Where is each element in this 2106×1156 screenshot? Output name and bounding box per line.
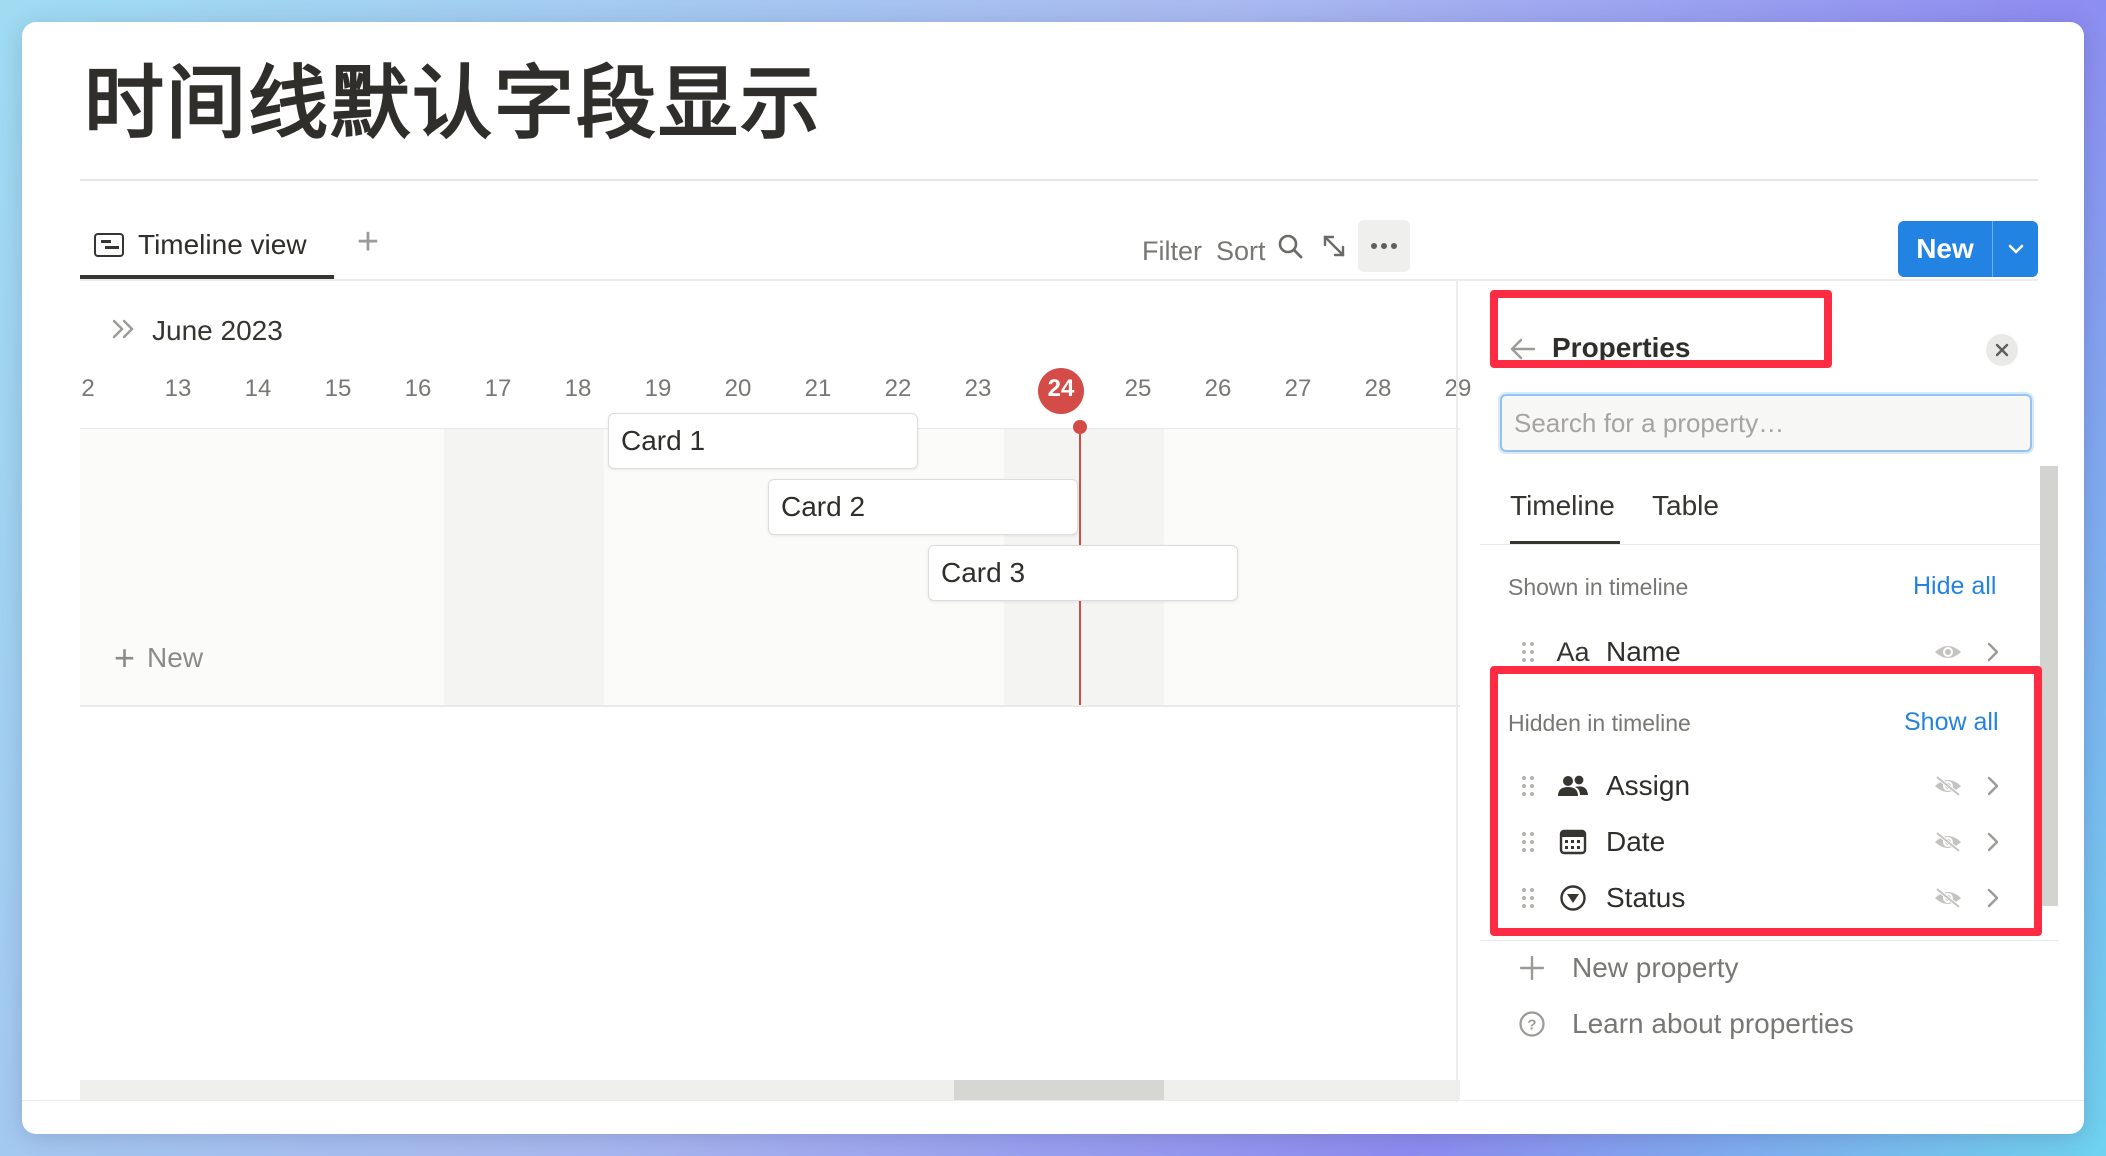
timeline-card[interactable]: Card 3	[928, 545, 1238, 601]
drag-handle-icon[interactable]	[1518, 641, 1538, 663]
new-property-label: New property	[1572, 952, 1739, 983]
chevron-down-icon[interactable]	[1993, 221, 2038, 277]
title-divider	[80, 179, 2038, 181]
hide-all-button[interactable]: Hide all	[1913, 572, 1996, 601]
help-icon: ?	[1516, 1010, 1548, 1038]
today-marker	[1073, 420, 1087, 434]
day-label: 26	[1204, 375, 1232, 402]
panel-tabs-divider	[1480, 544, 2040, 545]
timeline-card[interactable]: Card 1	[608, 413, 918, 469]
day-label: 16	[404, 375, 432, 402]
timeline-bottom-divider	[80, 705, 1460, 707]
timeline-view-icon	[94, 233, 124, 257]
day-label: 29	[1418, 366, 1498, 412]
day-label: 22	[884, 375, 912, 402]
horizontal-scrollbar[interactable]	[80, 1080, 1460, 1100]
day-label: 25	[1124, 375, 1152, 402]
sort-button[interactable]: Sort	[1216, 236, 1266, 267]
close-icon[interactable]	[1986, 334, 2018, 366]
notion-window: 时间线默认字段显示 Timeline view + Filter Sort Ne…	[22, 22, 2084, 1134]
property-name: Name	[1606, 636, 1681, 667]
timeline-new-label: New	[147, 642, 204, 673]
timeline-card[interactable]: Card 2	[768, 479, 1078, 535]
page-title: 时间线默认字段显示	[84, 57, 822, 150]
learn-properties-label: Learn about properties	[1572, 1008, 1854, 1039]
plus-icon: +	[114, 637, 136, 678]
weekend-column	[444, 429, 604, 705]
panel-tab-timeline[interactable]: Timeline	[1510, 490, 1615, 522]
day-scale: 2 13 14 15 16 17 18 19 20 21 22 23 24 25…	[80, 366, 1471, 412]
day-label: 2	[81, 375, 95, 402]
learn-properties-link[interactable]: ? Learn about properties	[1516, 1008, 1854, 1040]
annotation-box-properties	[1490, 290, 1832, 368]
shown-section-label: Shown in timeline	[1508, 574, 1689, 600]
day-label: 19	[644, 375, 672, 402]
day-label: 13	[164, 375, 192, 402]
text-type-icon: Aa	[1556, 636, 1590, 667]
month-label: June 2023	[152, 315, 283, 346]
day-label: 15	[324, 375, 352, 402]
bottom-divider	[22, 1100, 2084, 1101]
panel-tab-table[interactable]: Table	[1652, 490, 1719, 522]
day-label: 28	[1364, 375, 1392, 402]
day-label: 27	[1284, 375, 1312, 402]
chevron-right-icon[interactable]	[1978, 642, 2008, 662]
day-label: 14	[244, 375, 272, 402]
timeline-canvas[interactable]	[80, 429, 1460, 705]
eye-icon[interactable]	[1928, 642, 1968, 662]
horizontal-scroll-thumb[interactable]	[954, 1080, 1164, 1100]
month-header: June 2023	[110, 315, 283, 347]
svg-text:?: ?	[1527, 1017, 1536, 1034]
add-view-button[interactable]: +	[348, 222, 388, 262]
tab-label: Timeline view	[138, 229, 307, 260]
new-button[interactable]: New	[1898, 221, 2038, 277]
section-divider	[1480, 940, 2058, 941]
panel-divider	[1456, 280, 1458, 1102]
day-label: 18	[564, 375, 592, 402]
day-label: 17	[484, 375, 512, 402]
new-property-button[interactable]: New property	[1516, 952, 1739, 984]
more-options-icon[interactable]	[1358, 220, 1410, 272]
property-search-input[interactable]	[1500, 394, 2032, 452]
day-label: 20	[724, 375, 752, 402]
day-label: 21	[804, 375, 832, 402]
today-label: 24	[1047, 375, 1075, 402]
timeline-new-button[interactable]: + New	[114, 640, 203, 676]
day-label: 23	[964, 375, 992, 402]
new-button-label: New	[1916, 233, 1974, 264]
filter-button[interactable]: Filter	[1142, 236, 1202, 267]
collapse-panel-icon[interactable]	[110, 317, 138, 346]
annotation-box-hidden-properties	[1490, 666, 2042, 936]
tab-timeline-view[interactable]: Timeline view	[94, 214, 307, 276]
plus-icon	[1516, 955, 1548, 981]
views-divider	[80, 279, 2038, 281]
expand-icon[interactable]	[1308, 220, 1360, 272]
vertical-scroll-thumb[interactable]	[2040, 466, 2058, 906]
